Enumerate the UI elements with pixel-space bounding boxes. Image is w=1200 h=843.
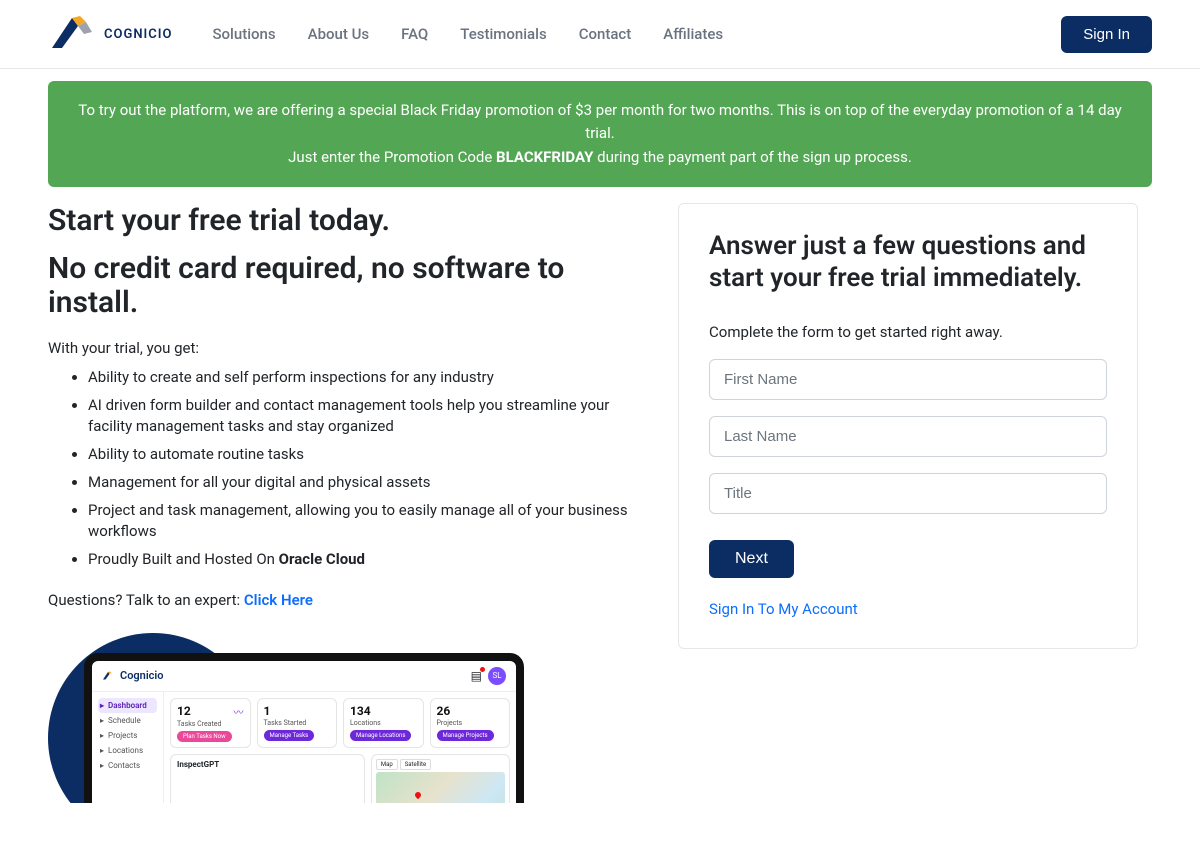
promo-line-2: Just enter the Promotion Code BLACKFRIDA… bbox=[76, 146, 1124, 169]
preview-side-item: ▸Schedule bbox=[98, 713, 157, 728]
map-pin-icon bbox=[413, 791, 421, 799]
preview-side-item: ▸Projects bbox=[98, 728, 157, 743]
promo-code: BLACKFRIDAY bbox=[496, 148, 593, 166]
preview-side-item: ▸Dashboard bbox=[98, 698, 157, 713]
preview-brand: Cognicio bbox=[120, 669, 164, 682]
promo-line-2-pre: Just enter the Promotion Code bbox=[288, 148, 496, 166]
preview-notification-icon: ▤ bbox=[471, 669, 482, 683]
form-subtext: Complete the form to get started right a… bbox=[709, 323, 1107, 341]
questions-line: Questions? Talk to an expert: Click Here bbox=[48, 591, 638, 609]
benefit-last-pre: Proudly Built and Hosted On bbox=[88, 550, 279, 568]
main-content: Start your free trial today. No credit c… bbox=[0, 203, 1200, 843]
benefit-item: Ability to create and self perform inspe… bbox=[88, 367, 638, 389]
preview-stat-card: 134 Locations Manage Locations bbox=[343, 698, 424, 748]
left-column: Start your free trial today. No credit c… bbox=[48, 203, 638, 803]
promo-banner: To try out the platform, we are offering… bbox=[48, 81, 1152, 187]
benefit-item: AI driven form builder and contact manag… bbox=[88, 395, 638, 439]
right-column: Answer just a few questions and start yo… bbox=[678, 203, 1138, 649]
first-name-field[interactable] bbox=[709, 359, 1107, 400]
talk-to-expert-link[interactable]: Click Here bbox=[244, 591, 313, 609]
preview-side-item: ▸Locations bbox=[98, 743, 157, 758]
preview-frame: Cognicio ▤ SL ▸Dashboard ▸Schedule ▸Proj… bbox=[84, 653, 524, 803]
dashboard-preview: Cognicio ▤ SL ▸Dashboard ▸Schedule ▸Proj… bbox=[48, 633, 638, 803]
preview-avatar: SL bbox=[488, 667, 506, 685]
brand-logo-icon bbox=[48, 12, 96, 56]
signup-card: Answer just a few questions and start yo… bbox=[678, 203, 1138, 649]
preview-inspect-card: InspectGPT bbox=[170, 754, 365, 803]
preview-logo-icon bbox=[102, 670, 114, 682]
nav-about-us[interactable]: About Us bbox=[308, 25, 370, 43]
preview-dash: 12 〰︎ Tasks Created Plan Tasks Now 1 Tas… bbox=[164, 692, 516, 803]
nav-affiliates[interactable]: Affiliates bbox=[663, 25, 723, 43]
title-field[interactable] bbox=[709, 473, 1107, 514]
nav-solutions[interactable]: Solutions bbox=[212, 25, 275, 43]
sparkline-icon: 〰︎ bbox=[234, 704, 244, 719]
preview-stat-card: 26 Projects Manage Projects bbox=[430, 698, 511, 748]
benefit-last-bold: Oracle Cloud bbox=[279, 550, 365, 568]
signin-button[interactable]: Sign In bbox=[1061, 16, 1152, 53]
preview-side-item: ▸Contacts bbox=[98, 758, 157, 773]
preview-sidebar: ▸Dashboard ▸Schedule ▸Projects ▸Location… bbox=[92, 692, 164, 803]
questions-pre: Questions? Talk to an expert: bbox=[48, 591, 244, 609]
header: COGNICIO Solutions About Us FAQ Testimon… bbox=[0, 0, 1200, 69]
benefits-intro: With your trial, you get: bbox=[48, 339, 638, 357]
preview-stat-card: 1 Tasks Started Manage Tasks bbox=[257, 698, 338, 748]
headline-2: No credit card required, no software to … bbox=[48, 252, 638, 321]
nav-contact[interactable]: Contact bbox=[579, 25, 632, 43]
nav-faq[interactable]: FAQ bbox=[401, 25, 428, 43]
form-heading: Answer just a few questions and start yo… bbox=[709, 230, 1107, 295]
benefit-item: Proudly Built and Hosted On Oracle Cloud bbox=[88, 549, 638, 571]
signin-to-account-link[interactable]: Sign In To My Account bbox=[709, 600, 1107, 618]
benefit-item: Management for all your digital and phys… bbox=[88, 472, 638, 494]
next-button[interactable]: Next bbox=[709, 540, 794, 578]
brand-name: COGNICIO bbox=[104, 27, 172, 42]
headline-1: Start your free trial today. bbox=[48, 203, 638, 238]
benefits-list: Ability to create and self perform inspe… bbox=[48, 367, 638, 571]
benefit-item: Project and task management, allowing yo… bbox=[88, 500, 638, 544]
preview-stat-card: 12 〰︎ Tasks Created Plan Tasks Now bbox=[170, 698, 251, 748]
preview-topbar: Cognicio ▤ SL bbox=[92, 661, 516, 692]
main-nav: Solutions About Us FAQ Testimonials Cont… bbox=[212, 25, 1061, 43]
preview-map-card: Map Satellite bbox=[371, 754, 510, 803]
last-name-field[interactable] bbox=[709, 416, 1107, 457]
promo-line-1: To try out the platform, we are offering… bbox=[76, 99, 1124, 146]
brand-logo[interactable]: COGNICIO bbox=[48, 12, 172, 56]
nav-testimonials[interactable]: Testimonials bbox=[460, 25, 546, 43]
benefit-item: Ability to automate routine tasks bbox=[88, 444, 638, 466]
promo-line-2-post: during the payment part of the sign up p… bbox=[593, 148, 911, 166]
